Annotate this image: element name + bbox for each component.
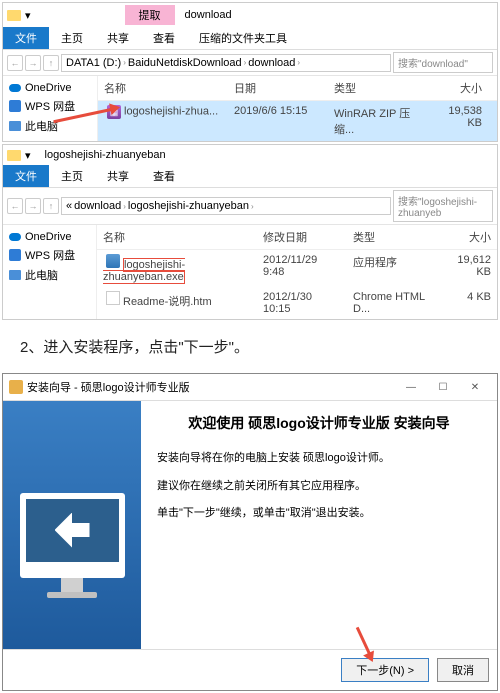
- explorer-window-1: ▾ 提取 download 文件 主页 共享 查看 压缩的文件夹工具 ← → ↑…: [2, 2, 498, 142]
- installer-window: 安装向导 - 硕思logo设计师专业版 — ☐ ✕ 欢迎使用 硕思logo设计师…: [2, 373, 498, 691]
- cloud-icon: [9, 84, 21, 92]
- sidebar: OneDrive WPS 网盘 此电脑: [3, 76, 98, 141]
- installer-heading: 欢迎使用 硕思logo设计师专业版 安装向导: [157, 413, 481, 434]
- minimize-button[interactable]: —: [395, 378, 427, 396]
- next-button[interactable]: 下一步(N) >: [341, 658, 429, 682]
- tab-home[interactable]: 主页: [49, 165, 95, 187]
- sidebar-wps[interactable]: WPS 网盘: [7, 96, 93, 116]
- bc-part[interactable]: download: [248, 57, 295, 69]
- col-date[interactable]: 修改日期: [257, 227, 347, 247]
- cloud-icon: [9, 233, 21, 241]
- forward-button[interactable]: →: [25, 55, 41, 71]
- installer-p2: 建议你在继续之前关闭所有其它应用程序。: [157, 478, 481, 496]
- breadcrumb[interactable]: DATA1 (D:)› BaiduNetdiskDownload› downlo…: [61, 54, 391, 72]
- nav-bar: ← → ↑ DATA1 (D:)› BaiduNetdiskDownload› …: [3, 50, 497, 76]
- titlebar: ▾ logoshejishi-zhuanyeban: [3, 145, 497, 165]
- ribbon: 文件 主页 共享 查看 压缩的文件夹工具: [3, 27, 497, 50]
- tab-share[interactable]: 共享: [95, 165, 141, 187]
- tab-view[interactable]: 查看: [141, 27, 187, 49]
- installer-content: 欢迎使用 硕思logo设计师专业版 安装向导 安装向导将在你的电脑上安装 硕思l…: [141, 401, 497, 649]
- explorer-window-2: ▾ logoshejishi-zhuanyeban 文件 主页 共享 查看 ← …: [2, 144, 498, 320]
- up-button[interactable]: ↑: [43, 55, 59, 71]
- breadcrumb[interactable]: « download› logoshejishi-zhuanyeban›: [61, 197, 391, 215]
- tab-file[interactable]: 文件: [3, 27, 49, 49]
- installer-image: [3, 401, 141, 649]
- bc-part[interactable]: download: [74, 200, 121, 212]
- column-headers: 名称 修改日期 类型 大小: [97, 225, 497, 250]
- bc-part[interactable]: logoshejishi-zhuanyeban: [128, 200, 249, 212]
- installer-p1: 安装向导将在你的电脑上安装 硕思logo设计师。: [157, 450, 481, 468]
- exe-icon: [106, 254, 120, 268]
- sidebar-pc[interactable]: 此电脑: [7, 116, 93, 136]
- file-pane: 名称 日期 类型 大小 ▦logoshejishi-zhua... 2019/6…: [98, 76, 497, 141]
- col-type[interactable]: 类型: [347, 227, 437, 247]
- wps-icon: [9, 100, 21, 112]
- tab-tools[interactable]: 压缩的文件夹工具: [187, 27, 299, 49]
- sidebar: OneDrive WPS 网盘 此电脑: [3, 225, 97, 319]
- folder-icon: [7, 150, 21, 161]
- search-input[interactable]: 搜索"download": [393, 52, 493, 73]
- titlebar: ▾ 提取 download: [3, 3, 497, 27]
- column-headers: 名称 日期 类型 大小: [98, 76, 497, 101]
- bc-part[interactable]: BaiduNetdiskDownload: [128, 57, 242, 69]
- tab-share[interactable]: 共享: [95, 27, 141, 49]
- pc-icon: [9, 121, 21, 131]
- tab-home[interactable]: 主页: [49, 27, 95, 49]
- pc-icon: [9, 270, 21, 280]
- up-button[interactable]: ↑: [43, 198, 59, 214]
- col-type[interactable]: 类型: [328, 78, 428, 98]
- bc-part[interactable]: DATA1 (D:): [66, 57, 121, 69]
- tab-view[interactable]: 查看: [141, 165, 187, 187]
- back-button[interactable]: ←: [7, 55, 23, 71]
- back-button[interactable]: ←: [7, 198, 23, 214]
- extract-tab[interactable]: 提取: [125, 5, 175, 25]
- installer-title: 安装向导 - 硕思logo设计师专业版: [27, 379, 395, 395]
- sidebar-pc[interactable]: 此电脑: [7, 265, 92, 285]
- file-row[interactable]: ▦logoshejishi-zhua... 2019/6/6 15:15 Win…: [98, 101, 497, 141]
- window-title: download: [179, 7, 238, 23]
- overflow-icon[interactable]: ▾: [25, 9, 31, 22]
- installer-icon: [9, 380, 23, 394]
- ribbon: 文件 主页 共享 查看: [3, 165, 497, 188]
- forward-button[interactable]: →: [25, 198, 41, 214]
- close-button[interactable]: ✕: [459, 378, 491, 396]
- col-name[interactable]: 名称: [98, 78, 228, 98]
- col-date[interactable]: 日期: [228, 78, 328, 98]
- cancel-button[interactable]: 取消: [437, 658, 489, 682]
- htm-icon: [106, 291, 120, 305]
- installer-footer: 下一步(N) > 取消: [3, 649, 497, 690]
- installer-p3: 单击"下一步"继续，或单击"取消"退出安装。: [157, 505, 481, 523]
- folder-icon: [7, 10, 21, 21]
- installer-body: 欢迎使用 硕思logo设计师专业版 安装向导 安装向导将在你的电脑上安装 硕思l…: [3, 401, 497, 649]
- sidebar-onedrive[interactable]: OneDrive: [7, 80, 93, 96]
- col-name[interactable]: 名称: [97, 227, 257, 247]
- sidebar-wps[interactable]: WPS 网盘: [7, 245, 92, 265]
- arrow-icon: [55, 513, 90, 548]
- overflow-icon[interactable]: ▾: [25, 149, 31, 162]
- sidebar-onedrive[interactable]: OneDrive: [7, 229, 92, 245]
- instruction-text: 2、进入安装程序，点击"下一步"。: [0, 322, 500, 371]
- file-pane: 名称 修改日期 类型 大小 logoshejishi-zhuanyeban.ex…: [97, 225, 497, 319]
- wps-icon: [9, 249, 21, 261]
- window-title: logoshejishi-zhuanyeban: [39, 147, 172, 163]
- nav-bar: ← → ↑ « download› logoshejishi-zhuanyeba…: [3, 188, 497, 225]
- monitor-graphic: [20, 493, 125, 578]
- installer-titlebar: 安装向导 - 硕思logo设计师专业版 — ☐ ✕: [3, 374, 497, 401]
- search-input[interactable]: 搜索"logoshejishi-zhuanyeb: [393, 190, 493, 222]
- col-size[interactable]: 大小: [428, 78, 488, 98]
- col-size[interactable]: 大小: [437, 227, 497, 247]
- maximize-button[interactable]: ☐: [427, 378, 459, 396]
- tab-file[interactable]: 文件: [3, 165, 49, 187]
- file-row[interactable]: logoshejishi-zhuanyeban.exe 2012/11/29 9…: [97, 250, 497, 287]
- file-row[interactable]: Readme-说明.htm 2012/1/30 10:15 Chrome HTM…: [97, 287, 497, 319]
